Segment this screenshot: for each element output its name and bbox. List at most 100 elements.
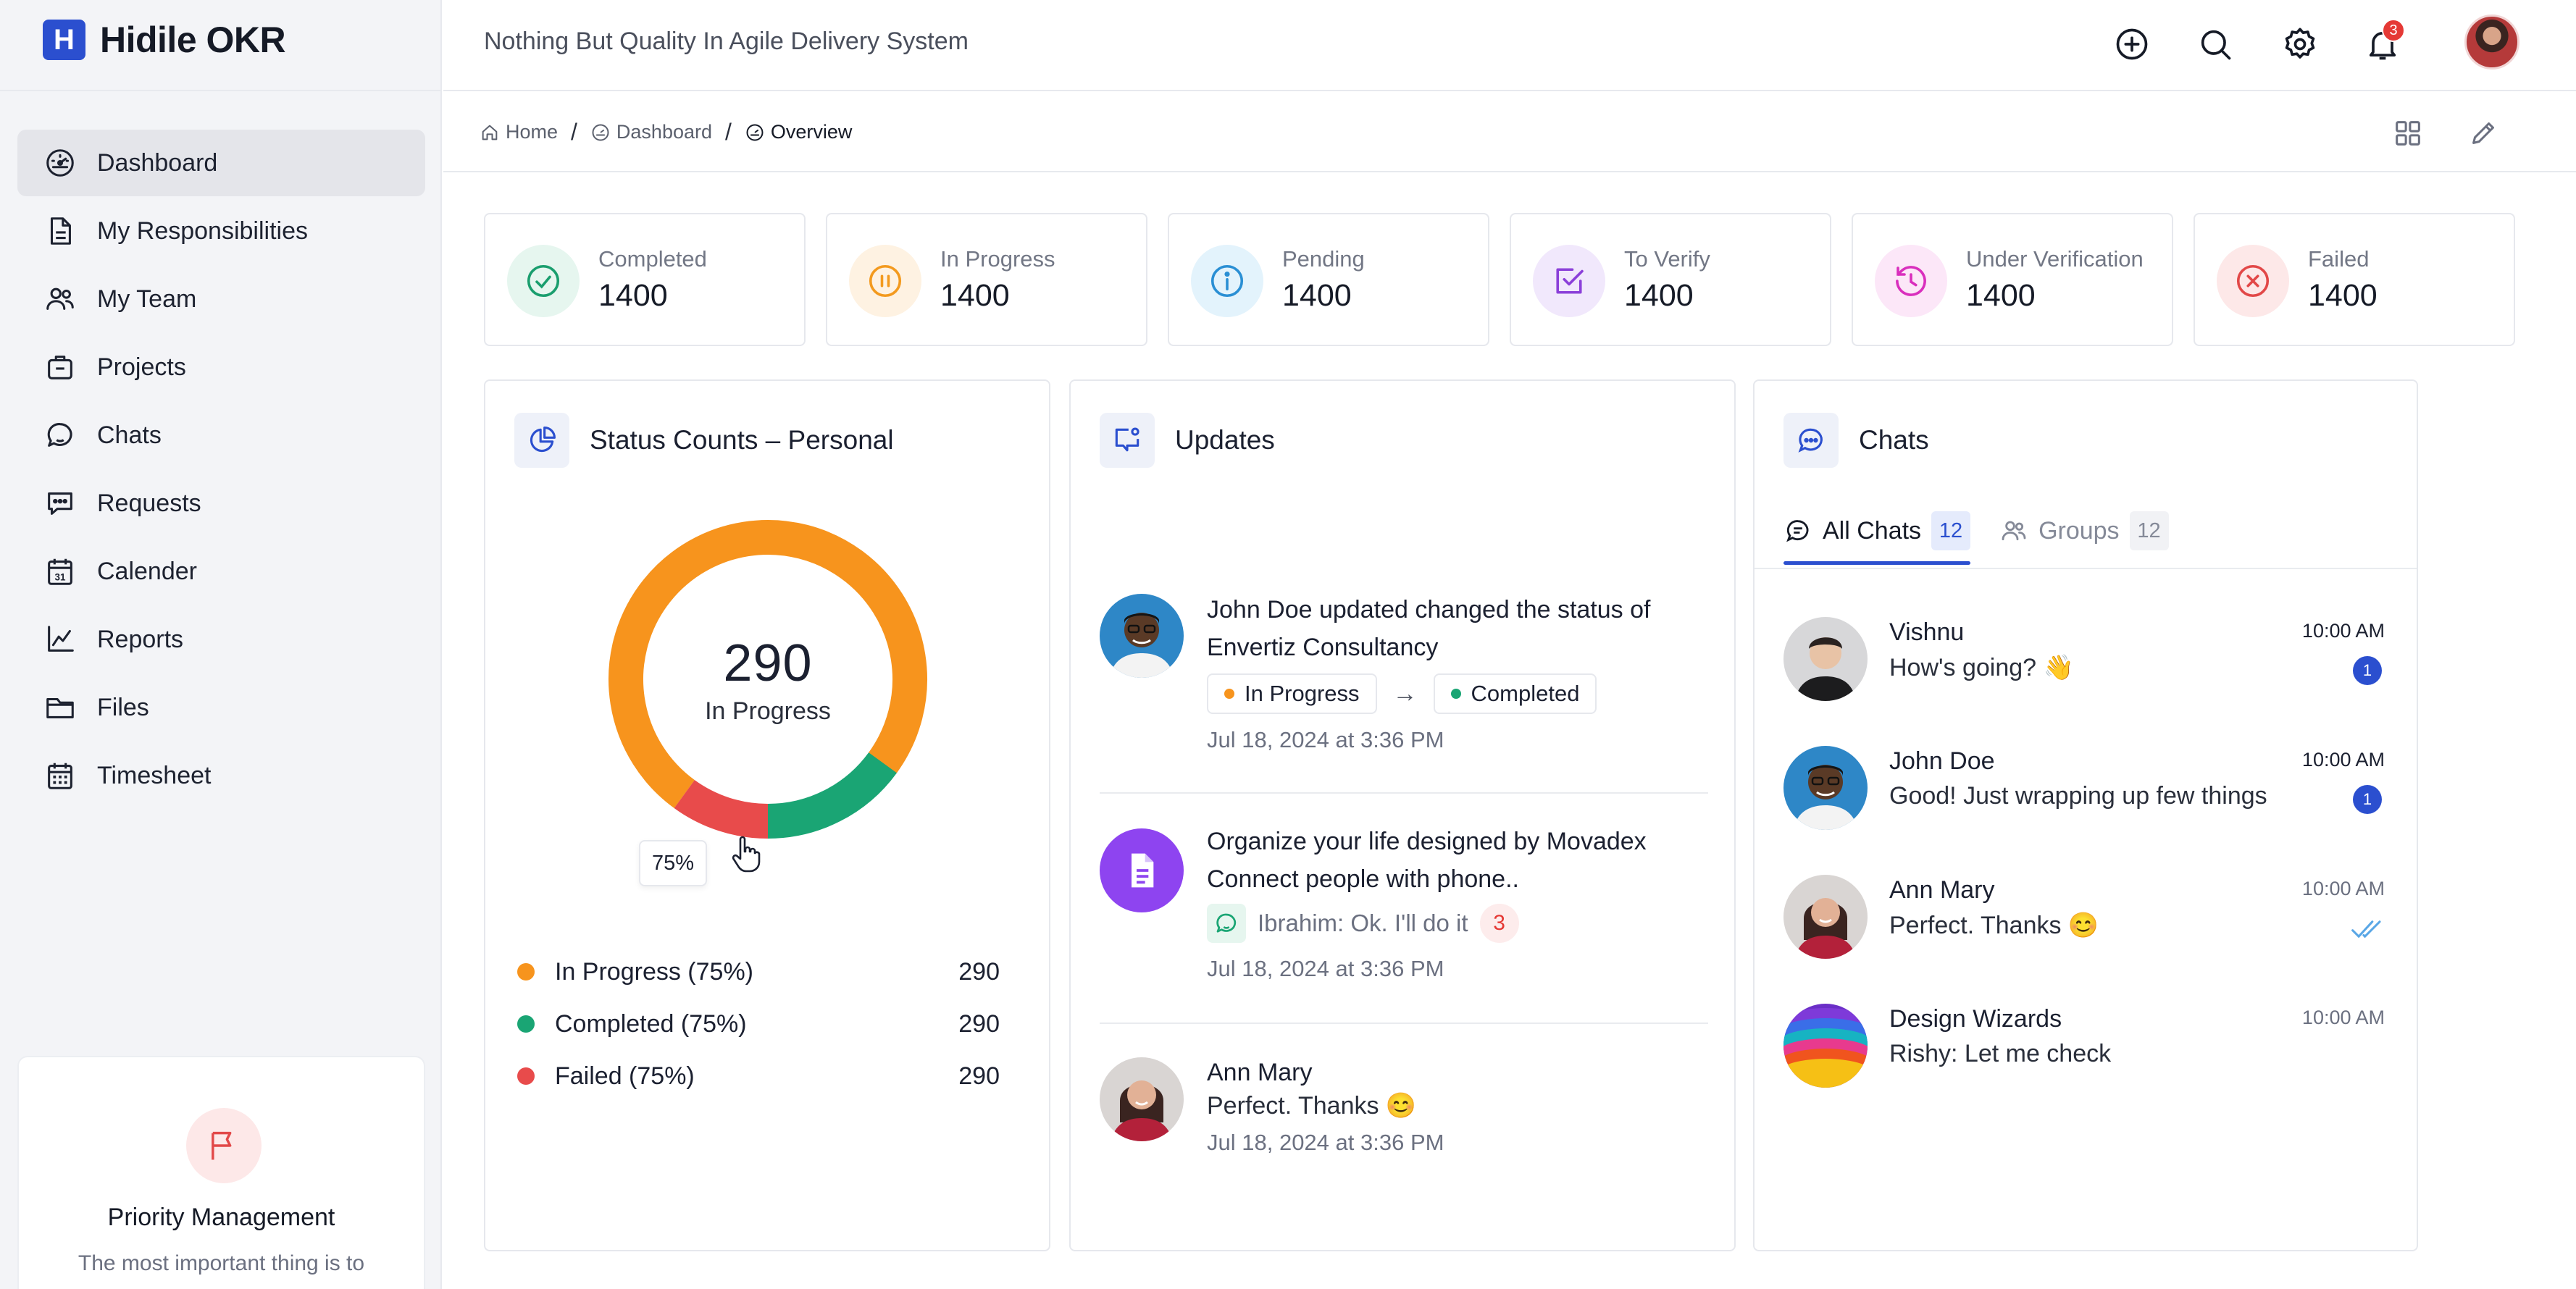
breadcrumb-label: Home [506, 121, 559, 143]
sidebar-item-requests[interactable]: Requests [17, 470, 425, 537]
status-change: In Progress → Completed [1207, 673, 1708, 714]
sidebar-item-timesheet[interactable]: Timesheet [17, 742, 425, 809]
priority-management-card[interactable]: Priority Management The most important t… [17, 1056, 425, 1289]
user-avatar[interactable] [2464, 14, 2519, 70]
stat-label: To Verify [1624, 246, 1710, 272]
panel-header: Updates [1100, 413, 1275, 468]
search-button[interactable] [2191, 20, 2239, 68]
stat-label: Completed [598, 246, 707, 272]
chat-item[interactable]: Design Wizards Rishy: Let me check 10:00… [1783, 998, 2385, 1092]
message-dots-icon [48, 492, 72, 515]
update-body: John Doe updated changed the status of E… [1207, 591, 1708, 753]
priority-text: The most important thing is to [78, 1251, 365, 1275]
breadcrumb: Home / Dashboard / Overview [480, 119, 852, 146]
panel-title: Status Counts – Personal [590, 425, 894, 455]
stat-card-pending[interactable]: Pending 1400 [1168, 213, 1489, 346]
stat-value: 1400 [1624, 278, 1694, 313]
check-circle-icon [507, 245, 580, 317]
stat-label: Under Verification [1966, 246, 2144, 272]
panel-header: Status Counts – Personal [514, 413, 894, 468]
sidebar-item-label: My Responsibilities [97, 217, 308, 245]
breadcrumb-dashboard[interactable]: Dashboard [590, 121, 712, 143]
chat-message: How's going? 👋 [1889, 654, 2074, 681]
breadcrumb-bar: Home / Dashboard / Overview [443, 93, 2576, 172]
x-circle-icon [2217, 245, 2289, 317]
chat-item[interactable]: Vishnu How's going? 👋 10:00 AM 1 [1783, 611, 2385, 705]
edit-button[interactable] [2462, 112, 2505, 155]
sidebar-item-label: Chats [97, 421, 162, 449]
priority-title: Priority Management [107, 1204, 335, 1231]
donut-chart[interactable] [604, 516, 932, 843]
settings-button[interactable] [2276, 20, 2324, 68]
pause-circle-icon [849, 245, 921, 317]
sidebar-item-my-team[interactable]: My Team [17, 266, 425, 332]
comment-text: Ibrahim: Ok. I'll do it [1258, 910, 1468, 936]
search-icon [2201, 30, 2231, 60]
stat-value: 1400 [1282, 278, 1352, 313]
sidebar-item-my-responsibilities[interactable]: My Responsibilities [17, 198, 425, 264]
breadcrumb-overview: Overview [745, 121, 852, 143]
sidebar-item-label: Timesheet [97, 761, 212, 789]
breadcrumb-home[interactable]: Home [480, 121, 558, 143]
update-item[interactable]: Organize your life designed by Movadex C… [1100, 826, 1708, 1014]
stat-value: 1400 [940, 278, 1010, 313]
tab-groups[interactable]: Groups 12 [1999, 500, 2169, 562]
status-label: Completed [1471, 681, 1580, 706]
stat-card-completed[interactable]: Completed 1400 [484, 213, 806, 346]
document-icon [1100, 828, 1184, 912]
brand-logo: H [43, 20, 85, 60]
grid-icon [2396, 121, 2420, 146]
sidebar-item-reports[interactable]: Reports [17, 606, 425, 673]
panel-header: Chats [1783, 413, 1929, 468]
folder-icon [46, 697, 74, 718]
update-item[interactable]: Ann Mary Perfect. Thanks 😊 Jul 18, 2024 … [1100, 1056, 1708, 1164]
donut-slice-completed[interactable] [604, 516, 932, 843]
update-title: Connect people with phone.. [1207, 865, 1519, 893]
chat-item[interactable]: John Doe Good! Just wrapping up few thin… [1783, 740, 2385, 834]
chat-item[interactable]: Ann Mary Perfect. Thanks 😊 10:00 AM [1783, 869, 2385, 963]
status-counts-panel: Status Counts – Personal 290 In Progress… [484, 379, 1050, 1251]
tabs-divider [1755, 568, 2417, 569]
brand[interactable]: H Hidile OKR [43, 20, 286, 60]
chat-name: John Doe [1889, 747, 1995, 775]
avatar [1100, 594, 1184, 678]
update-title: John Doe updated changed the status of [1207, 596, 1651, 623]
stat-value: 1400 [2308, 278, 2378, 313]
divider [1100, 792, 1708, 794]
update-item[interactable]: John Doe updated changed the status of E… [1100, 594, 1708, 782]
divider [0, 90, 442, 91]
add-button[interactable] [2108, 20, 2156, 68]
update-body: Ann Mary Perfect. Thanks 😊 Jul 18, 2024 … [1207, 1056, 1708, 1156]
tab-all-chats[interactable]: All Chats 12 [1783, 500, 1971, 565]
stat-card-in-progress[interactable]: In Progress 1400 [826, 213, 1147, 346]
unread-badge: 1 [2353, 785, 2382, 814]
sidebar-item-files[interactable]: Files [17, 674, 425, 741]
grid-view-button[interactable] [2386, 112, 2430, 155]
stat-card-to-verify[interactable]: To Verify 1400 [1510, 213, 1831, 346]
hand-pointer-icon [732, 836, 761, 873]
donut-slice-in-progress[interactable] [604, 516, 932, 843]
home-icon [482, 125, 498, 140]
chat-message: Perfect. Thanks 😊 [1889, 912, 2099, 939]
info-circle-icon [1191, 245, 1263, 317]
chat-name: Ann Mary [1889, 876, 1995, 904]
brand-name: Hidile OKR [100, 20, 286, 60]
app-tagline: Nothing But Quality In Agile Delivery Sy… [484, 28, 969, 55]
sidebar-item-calender[interactable]: 31 Calender [17, 538, 425, 605]
stat-card-failed[interactable]: Failed 1400 [2194, 213, 2515, 346]
chart-tooltip: 75% [639, 840, 707, 886]
stat-value: 1400 [598, 278, 668, 313]
unread-badge: 1 [2353, 656, 2382, 685]
avatar [1783, 746, 1868, 830]
chart-line-icon [48, 626, 74, 652]
chat-message: Good! Just wrapping up few things [1889, 782, 2267, 810]
breadcrumb-label: Dashboard [616, 121, 713, 143]
avatar [1783, 1004, 1868, 1088]
chat-name: Vishnu [1889, 618, 1965, 646]
sidebar-item-projects[interactable]: Projects [17, 334, 425, 400]
dashboard-gauge-icon [592, 124, 609, 140]
sidebar-item-dashboard[interactable]: Dashboard [17, 130, 425, 196]
sidebar-item-chats[interactable]: Chats [17, 402, 425, 469]
notifications-button[interactable]: 3 [2359, 19, 2406, 68]
stat-card-under-verification[interactable]: Under Verification 1400 [1852, 213, 2173, 346]
